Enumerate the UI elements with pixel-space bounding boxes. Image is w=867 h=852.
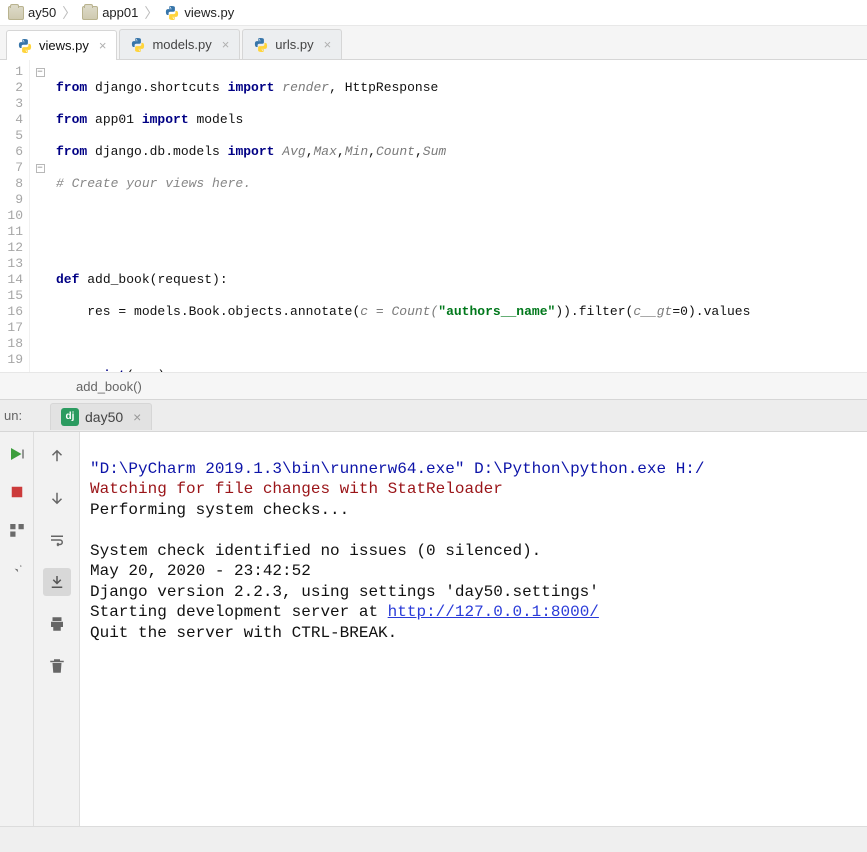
run-side-toolbar-right — [34, 432, 80, 826]
close-icon[interactable]: × — [222, 37, 230, 52]
run-title: un: — [0, 400, 50, 431]
console-line: Performing system checks... — [90, 501, 349, 519]
fold-gutter[interactable]: − − — [30, 60, 50, 372]
python-file-icon — [130, 37, 146, 53]
breadcrumb-item-project[interactable]: ay50 — [4, 5, 60, 20]
console-output[interactable]: "D:\PyCharm 2019.1.3\bin\runnerw64.exe" … — [80, 432, 867, 826]
fold-marker-icon[interactable]: − — [36, 164, 45, 173]
folder-icon — [82, 6, 98, 20]
close-icon[interactable]: × — [133, 409, 141, 425]
arrow-up-button[interactable] — [43, 442, 71, 470]
close-icon[interactable]: × — [99, 38, 107, 53]
breadcrumb-label: ay50 — [28, 5, 56, 20]
close-icon[interactable]: × — [324, 37, 332, 52]
breadcrumb-label: views.py — [184, 5, 234, 20]
tab-label: models.py — [152, 37, 211, 52]
status-bar — [0, 826, 867, 852]
scroll-to-end-button[interactable] — [43, 568, 71, 596]
chevron-right-icon: 〉 — [142, 3, 160, 23]
tab-label: views.py — [39, 38, 89, 53]
soft-wrap-button[interactable] — [43, 526, 71, 554]
run-tab-label: day50 — [85, 409, 123, 425]
python-file-icon — [253, 37, 269, 53]
tab-label: urls.py — [275, 37, 313, 52]
fold-marker-icon[interactable]: − — [36, 68, 45, 77]
breadcrumb-label: app01 — [102, 5, 138, 20]
context-info[interactable]: add_book() — [0, 372, 867, 400]
context-label: add_book() — [76, 379, 142, 394]
django-icon: dj — [61, 408, 79, 426]
server-url-link[interactable]: http://127.0.0.1:8000/ — [388, 603, 599, 621]
code-area[interactable]: from django.shortcuts import render, Htt… — [50, 60, 867, 372]
breadcrumb-item-app[interactable]: app01 — [78, 5, 142, 20]
run-panel-header: un: dj day50 × — [0, 400, 867, 432]
console-line: "D:\PyCharm 2019.1.3\bin\runnerw64.exe" … — [90, 460, 705, 478]
console-line: System check identified no issues (0 sil… — [90, 542, 541, 560]
breadcrumb[interactable]: ay50 〉 app01 〉 views.py — [0, 0, 867, 26]
code-editor[interactable]: 123 456 789 101112 131415 161718 19 − − … — [0, 60, 867, 372]
python-file-icon — [164, 5, 180, 21]
tab-views[interactable]: views.py × — [6, 30, 117, 60]
rerun-button[interactable] — [3, 440, 31, 468]
editor-tabs: views.py × models.py × urls.py × — [0, 26, 867, 60]
console-line: Django version 2.2.3, using settings 'da… — [90, 583, 599, 601]
layout-button[interactable] — [3, 516, 31, 544]
print-button[interactable] — [43, 610, 71, 638]
tab-models[interactable]: models.py × — [119, 29, 240, 59]
trash-button[interactable] — [43, 652, 71, 680]
console-line: Starting development server at http://12… — [90, 603, 599, 621]
run-side-toolbar-left — [0, 432, 34, 826]
arrow-down-button[interactable] — [43, 484, 71, 512]
console-line: Quit the server with CTRL-BREAK. — [90, 624, 397, 642]
tab-urls[interactable]: urls.py × — [242, 29, 342, 59]
folder-icon — [8, 6, 24, 20]
pin-button[interactable] — [3, 554, 31, 582]
line-number-gutter: 123 456 789 101112 131415 161718 19 — [0, 60, 30, 372]
console-line: Watching for file changes with StatReloa… — [90, 480, 503, 498]
python-file-icon — [17, 38, 33, 54]
chevron-right-icon: 〉 — [60, 3, 78, 23]
console-line: May 20, 2020 - 23:42:52 — [90, 562, 311, 580]
run-panel: "D:\PyCharm 2019.1.3\bin\runnerw64.exe" … — [0, 432, 867, 826]
breadcrumb-item-file[interactable]: views.py — [160, 5, 238, 21]
stop-button[interactable] — [3, 478, 31, 506]
run-tab-day50[interactable]: dj day50 × — [50, 403, 152, 430]
